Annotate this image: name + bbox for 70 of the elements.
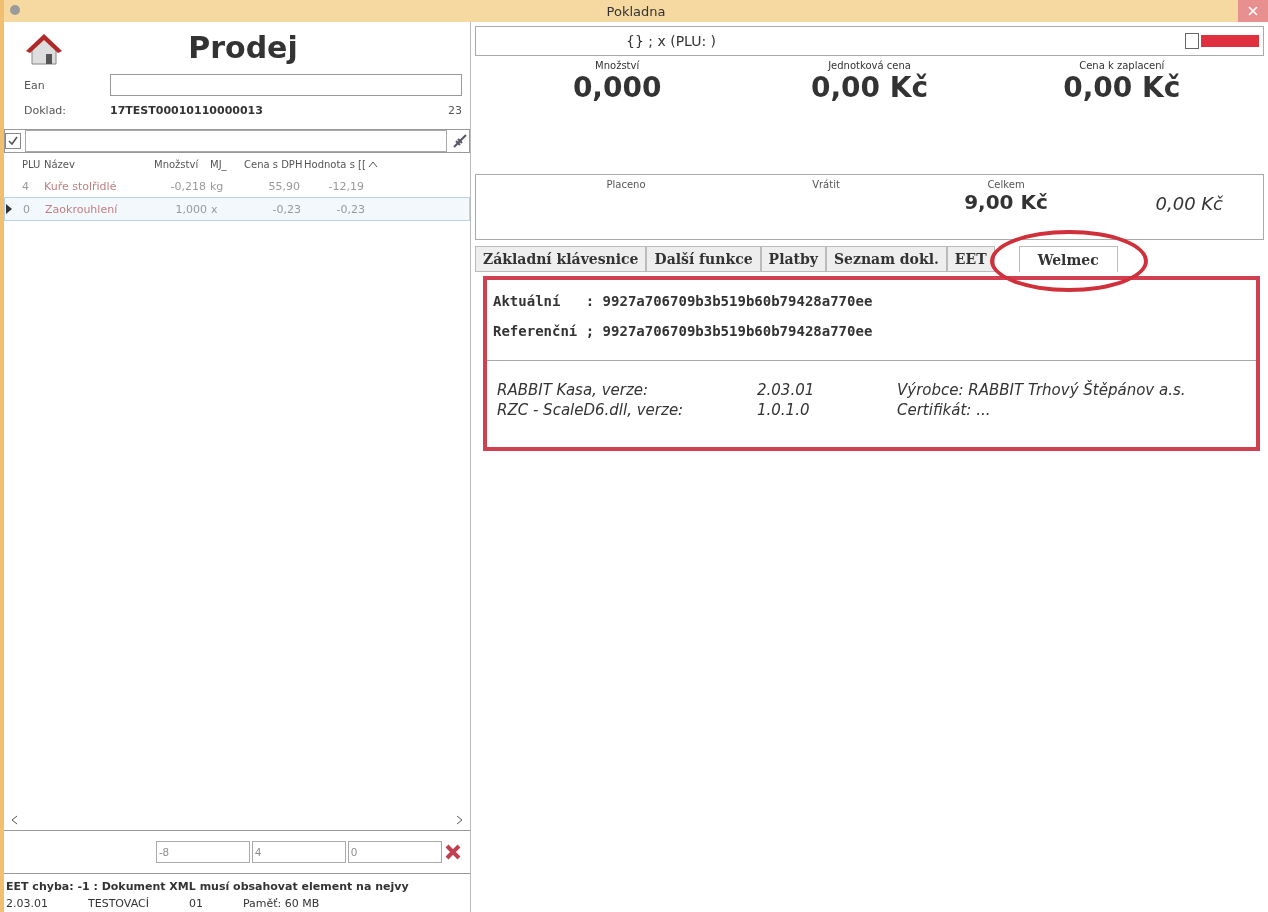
column-header[interactable]: PLU xyxy=(22,158,44,170)
amount-value: 0,000 xyxy=(572,71,662,104)
counter-field[interactable]: 4 xyxy=(252,841,346,863)
amount-label: Cena k zaplacení xyxy=(1079,60,1165,71)
row-pointer-icon xyxy=(5,204,13,214)
display-text: {} ; x (PLU: ) xyxy=(626,33,717,49)
tab[interactable]: Welmec xyxy=(1018,246,1118,272)
status-text: Paměť: 60 MB xyxy=(242,897,320,910)
table-cell-text: 1,000 xyxy=(174,202,208,216)
amount-label: Množství xyxy=(595,60,640,71)
column-header[interactable]: Název xyxy=(44,158,154,170)
status-text: TESTOVACÍ xyxy=(88,897,149,910)
total-label: Celkem xyxy=(987,179,1025,190)
info-text: 2.03.01 xyxy=(757,381,816,399)
window-title: Pokladna xyxy=(606,3,666,19)
tab[interactable]: Platby xyxy=(760,246,826,272)
checksum-line: Aktuální : 9927a706709b3b519b60b79428a770ee xyxy=(493,292,874,311)
column-header[interactable]: Cena s DPH xyxy=(244,158,304,170)
tab[interactable]: Základní klávesnice xyxy=(475,246,647,272)
tab[interactable]: EET xyxy=(946,246,995,272)
ean-field[interactable] xyxy=(110,74,462,96)
counter-field[interactable]: 0 xyxy=(348,841,442,863)
table-cell-text: 55,90 xyxy=(267,179,301,193)
table-cell-text: -0,23 xyxy=(335,202,366,216)
column-header[interactable]: Hodnota s [[ xyxy=(304,158,368,170)
table-cell-text: 4 xyxy=(22,179,30,193)
remaining-value: 0,00 Kč xyxy=(1154,193,1223,216)
column-header[interactable]: Množství xyxy=(154,158,210,170)
paid-label: Placeno xyxy=(606,179,646,190)
scroll-left-icon[interactable] xyxy=(10,815,18,825)
amount-value: 0,00 Kč xyxy=(1063,71,1181,104)
change-label: Vrátit xyxy=(812,179,840,190)
column-header[interactable]: MJ_ xyxy=(210,158,244,170)
table-cell-text: -0,218 xyxy=(169,179,207,193)
tab[interactable]: Další funkce xyxy=(646,246,761,272)
info-text: Výrobce: RABBIT Trhový Štěpánov a.s. xyxy=(897,381,1187,399)
doklad-count: 23 xyxy=(448,104,462,117)
table-cell-text: -0,23 xyxy=(271,202,302,216)
checksum-line: Referenční ; 9927a706709b3b519b60b79428a770ee xyxy=(493,322,874,341)
table-cell-text: 0 xyxy=(23,202,31,216)
scroll-up-icon[interactable] xyxy=(368,160,378,168)
table-cell-text: -12,19 xyxy=(327,179,365,193)
amount-value: 0,00 Kč xyxy=(810,71,929,104)
scroll-right-icon[interactable] xyxy=(456,815,464,825)
filter-field[interactable] xyxy=(25,130,447,152)
filter-checkbox[interactable] xyxy=(5,133,21,149)
table-cell-text: kg xyxy=(210,179,225,193)
ean-label: Ean xyxy=(24,78,46,92)
check-icon xyxy=(8,136,18,146)
status-text: 2.03.01 xyxy=(6,897,48,910)
info-text: Certifikát: ... xyxy=(897,401,992,419)
error-message: EET chyba: -1 : Dokument XML musí obsahovat element na nejvy xyxy=(5,879,410,895)
info-text: RABBIT Kasa, verze: xyxy=(497,381,650,399)
app-icon xyxy=(10,5,20,15)
status-text: 01 xyxy=(188,897,203,910)
info-text: 1.0.1.0 xyxy=(757,401,811,419)
close-icon xyxy=(1248,5,1258,16)
table-cell-text: Zaokrouhlení xyxy=(45,202,119,216)
doklad-number: 17TEST00010110000013 xyxy=(110,104,264,117)
info-text: RZC - ScaleD6.dll, verze: xyxy=(497,401,685,419)
amount-label: Jednotková cena xyxy=(828,60,911,71)
counter-field[interactable]: -8 xyxy=(156,841,250,863)
page-title: Prodej xyxy=(188,30,298,67)
tab[interactable]: Seznam dokl. xyxy=(825,246,947,272)
table-cell-text: x xyxy=(211,202,219,216)
total-value: 9,00 Kč xyxy=(964,190,1048,214)
table-cell-text: Kuře stolřidlé xyxy=(44,179,118,193)
delete-icon[interactable] xyxy=(444,843,462,861)
doklad-label: Doklad: xyxy=(24,104,68,117)
display-checkbox[interactable] xyxy=(1185,33,1199,49)
